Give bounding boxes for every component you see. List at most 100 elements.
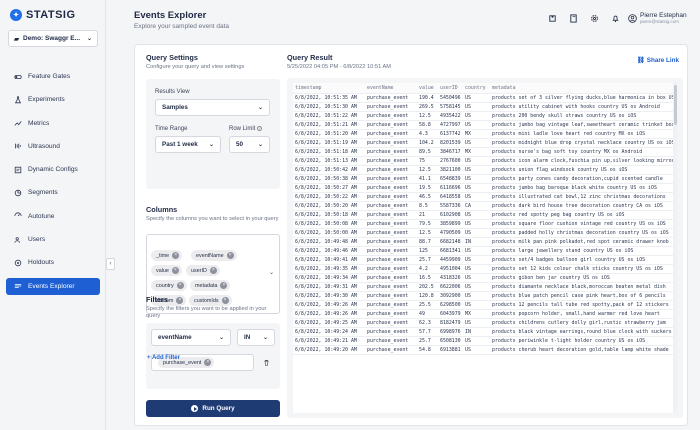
table-row[interactable]: 6/8/2022, 10:49:30 AM purchase_event 120.8… bbox=[293, 291, 676, 301]
filter-field-select[interactable]: eventName ⌄ bbox=[151, 329, 231, 346]
remove-chip-icon[interactable]: × bbox=[226, 252, 234, 259]
remove-chip-icon[interactable]: × bbox=[172, 252, 180, 259]
column-header[interactable]: timestamp bbox=[293, 83, 365, 94]
run-query-label: Run Query bbox=[202, 405, 235, 412]
remove-chip-icon[interactable]: × bbox=[171, 267, 179, 274]
table-cell: products dark bird house tree decoration… bbox=[490, 201, 676, 211]
table-row[interactable]: 6/8/2022, 10:51:30 AM purchase_event 269.5… bbox=[293, 102, 676, 112]
column-header[interactable]: eventName bbox=[365, 83, 417, 94]
table-cell: purchase_event bbox=[365, 237, 417, 247]
column-chip-label: _time bbox=[156, 252, 170, 259]
table-row[interactable]: 6/8/2022, 10:51:20 AM purchase_event 4.3 61… bbox=[293, 129, 676, 139]
logo[interactable]: ✦ STATSIG bbox=[10, 9, 76, 21]
results-table-viewport[interactable]: timestamp eventName value userID country meta… bbox=[293, 83, 677, 413]
sidebar-nav: Feature Gates Experiments Metrics Ultrasoun… bbox=[6, 68, 100, 301]
row-limit-label-wrap: Row Limit i bbox=[229, 126, 263, 132]
table-row[interactable]: 6/8/2022, 10:50:27 AM purchase_event 19.5 6… bbox=[293, 183, 676, 193]
table-row[interactable]: 6/8/2022, 10:50:38 AM purchase_event 41.1 6… bbox=[293, 174, 676, 184]
remove-chip-icon[interactable]: × bbox=[209, 267, 217, 274]
table-row[interactable]: 6/8/2022, 10:50:18 AM purchase_event 21 610… bbox=[293, 210, 676, 220]
table-row[interactable]: 6/8/2022, 10:51:18 AM purchase_event 89.5 3… bbox=[293, 147, 676, 157]
table-row[interactable]: 6/8/2022, 10:50:20 AM purchase_event 8.5 55… bbox=[293, 201, 676, 211]
table-row[interactable]: 6/8/2022, 10:51:13 AM purchase_event 75 276… bbox=[293, 156, 676, 166]
table-row[interactable]: 6/8/2022, 10:50:22 AM purchase_event 46.5 6… bbox=[293, 192, 676, 202]
table-row[interactable]: 6/8/2022, 10:49:48 AM purchase_event 88.7 6… bbox=[293, 237, 676, 247]
column-header[interactable]: userID bbox=[438, 83, 463, 94]
table-cell: purchase_event bbox=[365, 300, 417, 310]
sidebar-item-events-explorer[interactable]: Events Explorer bbox=[6, 277, 100, 295]
table-row[interactable]: 6/8/2022, 10:49:25 AM purchase_event 62.3 8… bbox=[293, 318, 676, 328]
table-cell: purchase_event bbox=[365, 201, 417, 211]
table-cell: 6418558 bbox=[438, 192, 463, 202]
gear-icon[interactable] bbox=[590, 14, 599, 23]
puzzle-icon[interactable] bbox=[548, 14, 557, 23]
add-filter-button[interactable]: + Add Filter bbox=[147, 355, 180, 361]
sidebar-item-dynamic-configs[interactable]: Dynamic Configs bbox=[6, 161, 100, 178]
table-row[interactable]: 6/8/2022, 10:49:34 AM purchase_event 16.5 4… bbox=[293, 273, 676, 283]
remove-chip-icon[interactable]: × bbox=[176, 282, 184, 289]
column-header[interactable]: value bbox=[417, 83, 438, 94]
scrollbar[interactable] bbox=[673, 83, 677, 413]
link-icon: ⛓ bbox=[636, 57, 645, 64]
table-row[interactable]: 6/8/2022, 10:49:35 AM purchase_event 4.2 49… bbox=[293, 264, 676, 274]
table-row[interactable]: 6/8/2022, 10:49:46 AM purchase_event 125 66… bbox=[293, 246, 676, 256]
table-cell: 5450496 bbox=[438, 93, 463, 103]
folder-icon: ▰ bbox=[14, 35, 19, 43]
share-link-button[interactable]: ⛓ Share Link bbox=[636, 56, 679, 65]
chevron-down-icon: ⌄ bbox=[208, 142, 214, 148]
table-cell: 6/8/2022, 10:49:30 AM bbox=[293, 291, 365, 301]
book-icon[interactable] bbox=[569, 14, 578, 23]
filter-operator-select[interactable]: IN ⌄ bbox=[237, 329, 275, 346]
table-cell: 89.5 bbox=[417, 147, 438, 157]
table-row[interactable]: 6/8/2022, 10:50:42 AM purchase_event 12.5 3… bbox=[293, 165, 676, 175]
table-cell: 25.5 bbox=[417, 300, 438, 310]
project-selector[interactable]: ▰ Demo: Swaggr E... ⌄ bbox=[8, 30, 98, 47]
column-header[interactable]: metadata bbox=[490, 83, 676, 94]
table-cell: products illustrated cat bowl,12 zinc ch… bbox=[490, 192, 676, 202]
table-row[interactable]: 6/8/2022, 10:51:21 AM purchase_event 58.8 4… bbox=[293, 120, 676, 130]
trash-icon[interactable] bbox=[263, 359, 270, 366]
table-row[interactable]: 6/8/2022, 10:51:35 AM purchase_event 190.4… bbox=[293, 93, 676, 103]
table-row[interactable]: 6/8/2022, 10:49:41 AM purchase_event 25.7 4… bbox=[293, 255, 676, 265]
table-row[interactable]: 6/8/2022, 10:49:24 AM purchase_event 57.7 6… bbox=[293, 327, 676, 337]
sidebar-item-experiments[interactable]: Experiments bbox=[6, 91, 100, 108]
table-row[interactable]: 6/8/2022, 10:49:31 AM purchase_event 202.5… bbox=[293, 282, 676, 292]
table-cell: 190.4 bbox=[417, 93, 438, 103]
sidebar-item-metrics[interactable]: Metrics bbox=[6, 115, 100, 132]
table-row[interactable]: 6/8/2022, 10:49:26 AM purchase_event 49 604… bbox=[293, 309, 676, 319]
table-cell: 25.7 bbox=[417, 336, 438, 346]
run-query-button[interactable]: Run Query bbox=[146, 400, 280, 417]
table-row[interactable]: 6/8/2022, 10:50:00 AM purchase_event 12.5 4… bbox=[293, 228, 676, 238]
remove-chip-icon[interactable]: × bbox=[204, 359, 212, 366]
table-row[interactable]: 6/8/2022, 10:49:21 AM purchase_event 25.7 6… bbox=[293, 336, 676, 346]
table-cell: 88.7 bbox=[417, 237, 438, 247]
scrollbar-thumb[interactable] bbox=[673, 85, 677, 125]
column-header[interactable]: country bbox=[463, 83, 490, 94]
table-row[interactable]: 6/8/2022, 10:49:20 AM purchase_event 54.8 6… bbox=[293, 345, 676, 355]
sidebar-item-users[interactable]: Users bbox=[6, 231, 100, 248]
table-cell: US bbox=[463, 336, 490, 346]
row-limit-select[interactable]: 50 ⌄ bbox=[229, 136, 270, 153]
table-row[interactable]: 6/8/2022, 10:50:08 AM purchase_event 79.5 3… bbox=[293, 219, 676, 229]
sidebar-item-ultrasound[interactable]: Ultrasound bbox=[6, 138, 100, 155]
bell-icon[interactable] bbox=[611, 14, 620, 23]
table-row[interactable]: 6/8/2022, 10:51:19 AM purchase_event 104.2… bbox=[293, 138, 676, 148]
results-view-select[interactable]: Samples ⌄ bbox=[155, 99, 270, 116]
sidebar-item-autotune[interactable]: Autotune bbox=[6, 208, 100, 225]
table-row[interactable]: 6/8/2022, 10:51:22 AM purchase_event 12.5 4… bbox=[293, 111, 676, 121]
table-cell: 4790509 bbox=[438, 228, 463, 238]
chevron-down-icon: ⌄ bbox=[257, 105, 263, 111]
sidebar-item-label: Ultrasound bbox=[28, 142, 60, 150]
sidebar-item-label: Feature Gates bbox=[28, 73, 71, 80]
table-cell: 6/8/2022, 10:49:46 AM bbox=[293, 246, 365, 256]
user-menu[interactable]: Pierre Estephan pierre@statsig.com bbox=[628, 12, 687, 24]
remove-chip-icon[interactable]: × bbox=[220, 282, 228, 289]
collapse-sidebar-button[interactable]: ‹ bbox=[106, 258, 115, 270]
sidebar-item-segments[interactable]: Segments bbox=[6, 184, 100, 201]
info-icon[interactable]: i bbox=[257, 126, 263, 131]
sidebar-item-feature-gates[interactable]: Feature Gates bbox=[6, 68, 100, 85]
time-range-select[interactable]: Past 1 week ⌄ bbox=[155, 136, 221, 153]
table-row[interactable]: 6/8/2022, 10:49:26 AM purchase_event 25.5 6… bbox=[293, 300, 676, 310]
sidebar-item-holdouts[interactable]: Holdouts bbox=[6, 254, 100, 271]
table-cell: products utility cabinet with hooks coun… bbox=[490, 102, 676, 112]
